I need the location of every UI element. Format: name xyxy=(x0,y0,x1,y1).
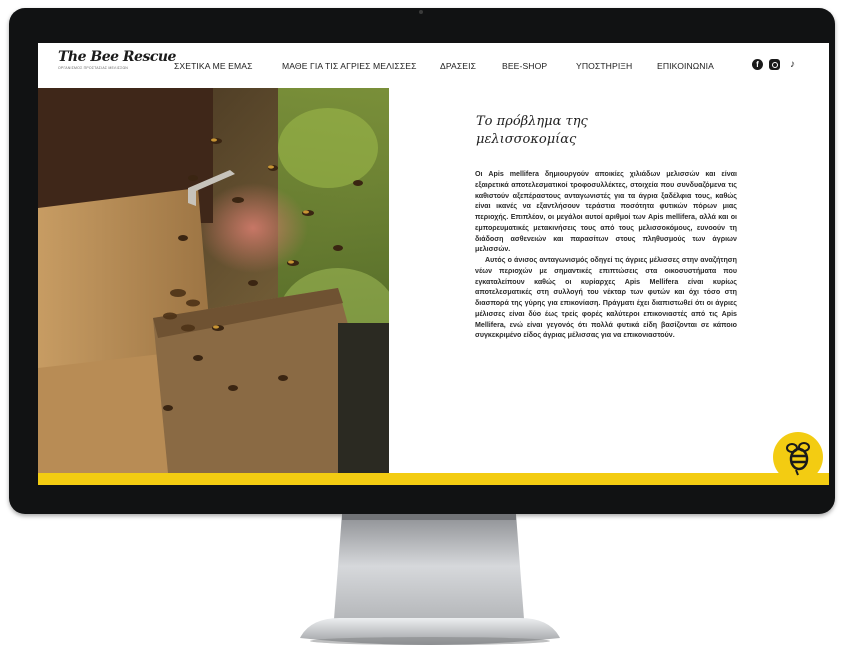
beehive-photo xyxy=(38,88,389,473)
article-body: Οι Apis mellifera δημιουργούν αποικίες χ… xyxy=(475,169,737,341)
nav-item-learn-wild-bees[interactable]: ΜΑΘΕ ΓΙΑ ΤΙΣ ΑΓΡΙΕΣ ΜΕΛΙΣΣΕΣ xyxy=(282,61,417,71)
site-logo[interactable]: The Bee Rescue ΟΡΓΑΝΙΣΜΟΣ ΠΡΟΣΤΑΣΙΑΣ ΜΕΛ… xyxy=(58,49,176,79)
bee-badge[interactable] xyxy=(773,432,823,482)
monitor-bezel: The Bee Rescue ΟΡΓΑΝΙΣΜΟΣ ΠΡΟΣΤΑΣΙΑΣ ΜΕΛ… xyxy=(9,8,835,514)
article-paragraph-2: Αυτός ο άνισος ανταγωνισμός οδηγεί τις ά… xyxy=(475,256,737,340)
nav-item-contact[interactable]: ΕΠΙΚΟΙΝΩΝΙΑ xyxy=(657,61,714,71)
heading-line-2: μελισσοκομίας xyxy=(476,132,577,147)
article-heading: Το πρόβλημα της μελισσοκομίας xyxy=(476,113,676,149)
monitor-stand xyxy=(300,514,560,650)
tiktok-icon[interactable]: ♪ xyxy=(787,59,798,70)
nav-item-actions[interactable]: ΔΡΑΣΕΙΣ xyxy=(440,61,476,71)
logo-title: The Bee Rescue xyxy=(58,49,176,65)
heading-line-1: Το πρόβλημα της xyxy=(476,114,588,129)
bee-icon xyxy=(786,442,810,476)
beehive-illustration xyxy=(38,88,389,473)
footer-accent-bar xyxy=(38,473,829,485)
article-paragraph-1: Οι Apis mellifera δημιουργούν αποικίες χ… xyxy=(475,170,737,254)
instagram-icon[interactable] xyxy=(769,59,780,70)
top-navigation: The Bee Rescue ΟΡΓΑΝΙΣΜΟΣ ΠΡΟΣΤΑΣΙΑΣ ΜΕΛ… xyxy=(38,43,829,88)
logo-subtitle: ΟΡΓΑΝΙΣΜΟΣ ΠΡΟΣΤΑΣΙΑΣ ΜΕΛΙΣΣΩΝ xyxy=(58,66,129,70)
nav-item-about[interactable]: ΣΧΕΤΙΚΑ ΜΕ ΕΜΑΣ xyxy=(174,61,253,71)
nav-item-bee-shop[interactable]: BEE-SHOP xyxy=(502,61,547,71)
webcam xyxy=(419,10,423,14)
facebook-icon[interactable]: f xyxy=(752,59,763,70)
website-screen: The Bee Rescue ΟΡΓΑΝΙΣΜΟΣ ΠΡΟΣΤΑΣΙΑΣ ΜΕΛ… xyxy=(38,43,829,485)
stand-illustration xyxy=(300,514,560,645)
nav-item-support[interactable]: ΥΠΟΣΤΗΡΙΞΗ xyxy=(576,61,632,71)
